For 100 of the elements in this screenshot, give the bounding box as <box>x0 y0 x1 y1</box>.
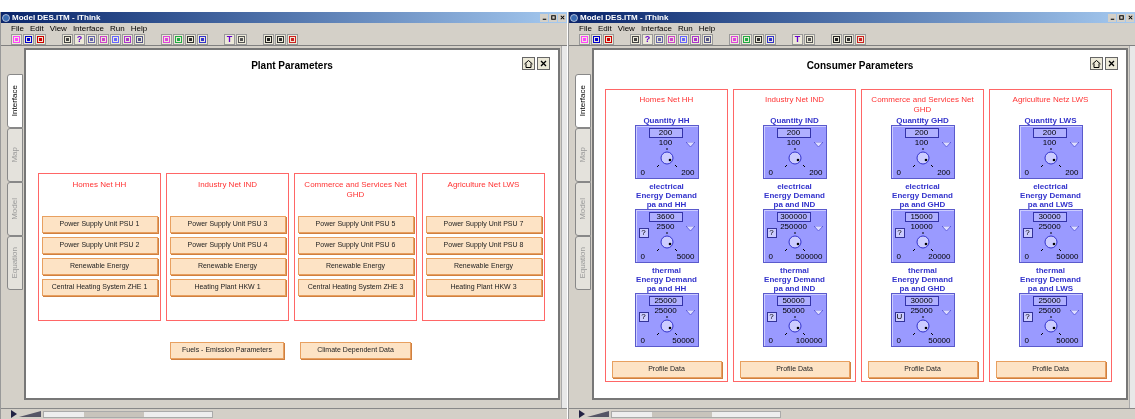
knob-control[interactable]: 25000 25000 ? 0 50000 <box>634 293 699 347</box>
mid-label: 2500 <box>655 223 676 231</box>
menu-item[interactable]: Edit <box>597 23 612 33</box>
menu-item[interactable]: Run <box>678 23 693 33</box>
max-label: 20000 <box>928 253 951 261</box>
close-button[interactable] <box>1105 57 1118 70</box>
menu-item[interactable]: Edit <box>29 23 44 33</box>
minimize-button[interactable] <box>1108 13 1116 22</box>
help-button[interactable]: ? <box>638 312 649 322</box>
knob-control[interactable]: 25000 25000 ? 0 50000 <box>1018 293 1083 347</box>
knob-control[interactable]: 30000 25000 U 0 50000 <box>890 293 955 347</box>
toolbar-button[interactable] <box>23 33 34 45</box>
toolbar-button[interactable] <box>185 33 196 45</box>
horizontal-scrollbar[interactable] <box>611 410 781 418</box>
toolbar-button[interactable] <box>753 33 764 45</box>
toolbar-button[interactable]: T <box>792 33 803 45</box>
menu-item[interactable]: File <box>579 23 592 33</box>
dropdown-icon[interactable] <box>1069 142 1079 147</box>
vertical-scrollbar[interactable] <box>1129 46 1135 408</box>
dropdown-icon[interactable] <box>813 226 823 231</box>
toolbar-button[interactable] <box>831 33 842 45</box>
knob-control[interactable]: 3600 2500 ? 0 5000 <box>634 209 699 263</box>
dropdown-icon[interactable] <box>1069 310 1079 315</box>
dropdown-icon[interactable] <box>685 226 695 231</box>
value-display: 30000 <box>910 297 933 305</box>
toolbar-button[interactable] <box>62 33 73 45</box>
knob-label: pa and IND <box>773 200 816 209</box>
toolbar-button[interactable] <box>275 33 286 45</box>
toolbar-button[interactable]: ? <box>642 33 653 45</box>
toolbar-button[interactable] <box>591 33 602 45</box>
dropdown-icon[interactable] <box>941 310 951 315</box>
toolbar-button[interactable] <box>765 33 776 45</box>
help-button[interactable]: ? <box>766 228 777 238</box>
menu-item[interactable]: Help <box>698 23 716 33</box>
min-label: 0 <box>768 337 773 345</box>
knob-control[interactable]: 200 100 0 200 <box>1018 125 1083 179</box>
window-title: Model DES.ITM - iThink <box>580 13 669 22</box>
help-button[interactable]: ? <box>894 228 905 238</box>
dropdown-icon[interactable] <box>813 142 823 147</box>
toolbar-button[interactable] <box>843 33 854 45</box>
max-label: 200 <box>681 169 695 177</box>
toolbar-button[interactable]: T <box>224 33 235 45</box>
max-label: 200 <box>937 169 951 177</box>
horizontal-scrollbar[interactable] <box>43 410 213 418</box>
dial-icon <box>1039 148 1062 168</box>
min-label: 0 <box>1024 337 1029 345</box>
dropdown-icon[interactable] <box>685 142 695 147</box>
side-tab[interactable]: Interface <box>575 74 591 128</box>
help-button[interactable]: ? <box>1022 228 1033 238</box>
toolbar-button[interactable] <box>804 33 815 45</box>
knob-control[interactable]: 15000 10000 ? 0 20000 <box>890 209 955 263</box>
menu-item[interactable]: Interface <box>640 23 673 33</box>
side-tab[interactable]: Interface <box>7 74 23 128</box>
toolbar-button[interactable] <box>134 33 145 45</box>
menu-item[interactable]: Run <box>110 23 125 33</box>
help-button[interactable]: ? <box>638 228 649 238</box>
knob-control[interactable]: 200 100 0 200 <box>762 125 827 179</box>
knob-control[interactable]: 50000 50000 ? 0 100000 <box>762 293 827 347</box>
toolbar-button[interactable]: ? <box>74 33 85 45</box>
knob-label: electrical <box>1033 182 1068 191</box>
home-button[interactable] <box>522 57 535 70</box>
menu-item[interactable]: Help <box>130 23 148 33</box>
help-button[interactable]: ? <box>1022 312 1033 322</box>
zoom-slider-icon[interactable] <box>587 411 609 417</box>
dropdown-icon[interactable] <box>941 142 951 147</box>
knob-control[interactable]: 300000 250000 ? 0 500000 <box>762 209 827 263</box>
knob-control[interactable]: 200 100 0 200 <box>634 125 699 179</box>
knob-label: electrical <box>905 182 940 191</box>
toolbar-button[interactable] <box>630 33 641 45</box>
restore-button[interactable] <box>1117 13 1125 22</box>
toolbar-button[interactable] <box>236 33 247 45</box>
knob-control[interactable]: 30000 25000 ? 0 50000 <box>1018 209 1083 263</box>
knob-control[interactable]: 200 100 0 200 <box>890 125 955 179</box>
dropdown-icon[interactable] <box>685 310 695 315</box>
help-button[interactable]: ? <box>766 312 777 322</box>
menu-item[interactable]: View <box>617 23 635 33</box>
minimize-button[interactable] <box>540 13 548 22</box>
vertical-scrollbar[interactable] <box>561 46 567 408</box>
restore-icon <box>1117 14 1125 21</box>
restore-button[interactable] <box>549 13 557 22</box>
help-button[interactable]: U <box>894 312 905 322</box>
dial-icon <box>783 316 806 336</box>
close-button[interactable] <box>1126 13 1134 22</box>
knob-label: Energy Demand <box>636 275 697 284</box>
home-button[interactable] <box>1090 57 1103 70</box>
dropdown-icon[interactable] <box>941 226 951 231</box>
toolbar-button[interactable] <box>702 33 713 45</box>
dropdown-icon[interactable] <box>813 310 823 315</box>
toolbar-button[interactable] <box>197 33 208 45</box>
play-icon[interactable] <box>11 410 17 418</box>
toolbar-button[interactable] <box>263 33 274 45</box>
close-button[interactable] <box>537 57 550 70</box>
menu-item[interactable]: File <box>11 23 24 33</box>
menu-item[interactable]: View <box>49 23 67 33</box>
menu-item[interactable]: Interface <box>72 23 105 33</box>
dropdown-icon[interactable] <box>1069 226 1079 231</box>
knob-label: Energy Demand <box>892 191 953 200</box>
play-icon[interactable] <box>579 410 585 418</box>
zoom-slider-icon[interactable] <box>19 411 41 417</box>
close-button[interactable] <box>558 13 566 22</box>
